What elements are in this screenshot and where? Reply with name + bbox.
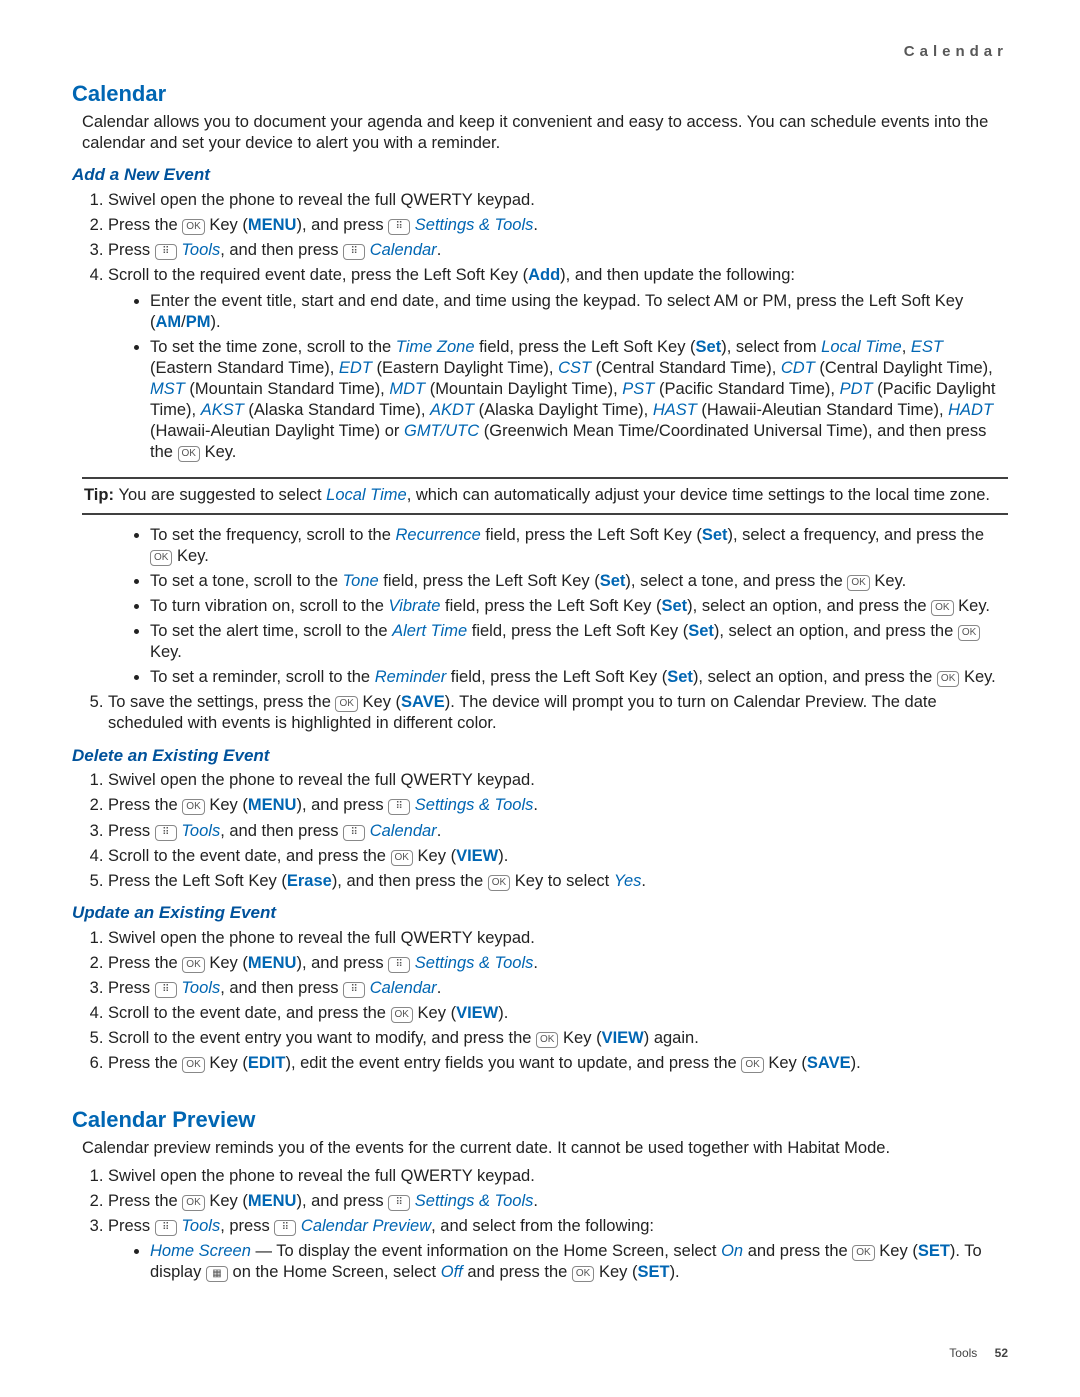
ok-key-icon: OK: [536, 1032, 558, 1048]
num-key-icon: ⠿: [343, 244, 365, 260]
section-preview-title: Calendar Preview: [72, 1106, 1008, 1134]
footer-section: Tools: [949, 1346, 977, 1360]
section-preview-intro: Calendar preview reminds you of the even…: [82, 1138, 1008, 1159]
ok-key-icon: OK: [931, 600, 953, 616]
ok-key-icon: OK: [488, 875, 510, 891]
delete-step-5: Press the Left Soft Key (Erase), and the…: [108, 871, 1008, 892]
ok-key-icon: OK: [182, 957, 204, 973]
delete-step-1: Swivel open the phone to reveal the full…: [108, 770, 1008, 791]
num-key-icon: ⠿: [155, 1220, 177, 1236]
ok-key-icon: OK: [182, 1057, 204, 1073]
num-key-icon: ⠿: [155, 825, 177, 841]
add-step-2: Press the OK Key (MENU), and press ⠿ Set…: [108, 215, 1008, 236]
add-step-3: Press ⠿ Tools, and then press ⠿ Calendar…: [108, 240, 1008, 261]
add-bullet-tone: To set a tone, scroll to the Tone field,…: [150, 571, 1008, 592]
preview-steps: Swivel open the phone to reveal the full…: [82, 1166, 1008, 1284]
ok-key-icon: OK: [178, 446, 200, 462]
num-key-icon: ⠿: [388, 799, 410, 815]
ok-key-icon: OK: [391, 1007, 413, 1023]
add-steps-continued: To save the settings, press the OK Key (…: [82, 692, 1008, 734]
preview-bullets: Home Screen — To display the event infor…: [134, 1241, 1008, 1283]
tip-block: Tip: You are suggested to select Local T…: [82, 477, 1008, 514]
update-step-1: Swivel open the phone to reveal the full…: [108, 928, 1008, 949]
page-footer: Tools 52: [949, 1346, 1008, 1361]
update-step-5: Scroll to the event entry you want to mo…: [108, 1028, 1008, 1049]
update-step-3: Press ⠿ Tools, and then press ⠿ Calendar…: [108, 978, 1008, 999]
num-key-icon: ⠿: [388, 957, 410, 973]
ok-key-icon: OK: [182, 219, 204, 235]
num-key-icon: ⠿: [388, 1195, 410, 1211]
ok-key-icon: OK: [852, 1245, 874, 1261]
add-bullet-timezone: To set the time zone, scroll to the Time…: [150, 337, 1008, 464]
add-step-4: Scroll to the required event date, press…: [108, 265, 1008, 463]
add-bullet-alert: To set the alert time, scroll to the Ale…: [150, 621, 1008, 663]
tip-label: Tip:: [84, 486, 119, 504]
ok-key-icon: OK: [335, 696, 357, 712]
preview-bullet-home: Home Screen — To display the event infor…: [150, 1241, 1008, 1283]
delete-step-3: Press ⠿ Tools, and then press ⠿ Calendar…: [108, 821, 1008, 842]
add-bullet-reminder: To set a reminder, scroll to the Reminde…: [150, 667, 1008, 688]
add-steps: Swivel open the phone to reveal the full…: [82, 190, 1008, 463]
delete-step-4: Scroll to the event date, and press the …: [108, 846, 1008, 867]
ok-key-icon: OK: [937, 671, 959, 687]
num-key-icon: ⠿: [343, 825, 365, 841]
add-step-1: Swivel open the phone to reveal the full…: [108, 190, 1008, 211]
preview-step-1: Swivel open the phone to reveal the full…: [108, 1166, 1008, 1187]
preview-step-3: Press ⠿ Tools, press ⠿ Calendar Preview,…: [108, 1216, 1008, 1283]
update-steps: Swivel open the phone to reveal the full…: [82, 928, 1008, 1075]
num-key-icon: ⠿: [274, 1220, 296, 1236]
section-calendar-title: Calendar: [72, 80, 1008, 108]
subsection-delete-title: Delete an Existing Event: [72, 745, 1008, 767]
update-step-4: Scroll to the event date, and press the …: [108, 1003, 1008, 1024]
add-step-5: To save the settings, press the OK Key (…: [108, 692, 1008, 734]
add-bullet-vibrate: To turn vibration on, scroll to the Vibr…: [150, 596, 1008, 617]
num-key-icon: ⠿: [155, 244, 177, 260]
subsection-update-title: Update an Existing Event: [72, 902, 1008, 924]
add-bullet-title: Enter the event title, start and end dat…: [150, 291, 1008, 333]
ok-key-icon: OK: [847, 575, 869, 591]
add-bullet-recurrence: To set the frequency, scroll to the Recu…: [150, 525, 1008, 567]
breadcrumb: Calendar: [904, 42, 1008, 61]
ok-key-icon: OK: [958, 625, 980, 641]
ok-key-icon: OK: [391, 850, 413, 866]
ok-key-icon: OK: [150, 550, 172, 566]
section-calendar-intro: Calendar allows you to document your age…: [82, 112, 1008, 154]
add-bullets-continued: To set the frequency, scroll to the Recu…: [134, 525, 1008, 689]
update-step-6: Press the OK Key (EDIT), edit the event …: [108, 1053, 1008, 1074]
subsection-add-title: Add a New Event: [72, 164, 1008, 186]
ok-key-icon: OK: [182, 1195, 204, 1211]
delete-steps: Swivel open the phone to reveal the full…: [82, 770, 1008, 892]
ok-key-icon: OK: [572, 1266, 594, 1282]
ok-key-icon: OK: [741, 1057, 763, 1073]
add-bullets: Enter the event title, start and end dat…: [134, 291, 1008, 464]
ok-key-icon: OK: [182, 799, 204, 815]
footer-page-number: 52: [995, 1346, 1008, 1360]
num-key-icon: ⠿: [155, 982, 177, 998]
delete-step-2: Press the OK Key (MENU), and press ⠿ Set…: [108, 795, 1008, 816]
manual-page: Calendar Calendar Calendar allows you to…: [0, 0, 1080, 1397]
preview-step-2: Press the OK Key (MENU), and press ⠿ Set…: [108, 1191, 1008, 1212]
num-key-icon: ⠿: [343, 982, 365, 998]
update-step-2: Press the OK Key (MENU), and press ⠿ Set…: [108, 953, 1008, 974]
calendar-icon: ▦: [206, 1266, 228, 1282]
num-key-icon: ⠿: [388, 219, 410, 235]
